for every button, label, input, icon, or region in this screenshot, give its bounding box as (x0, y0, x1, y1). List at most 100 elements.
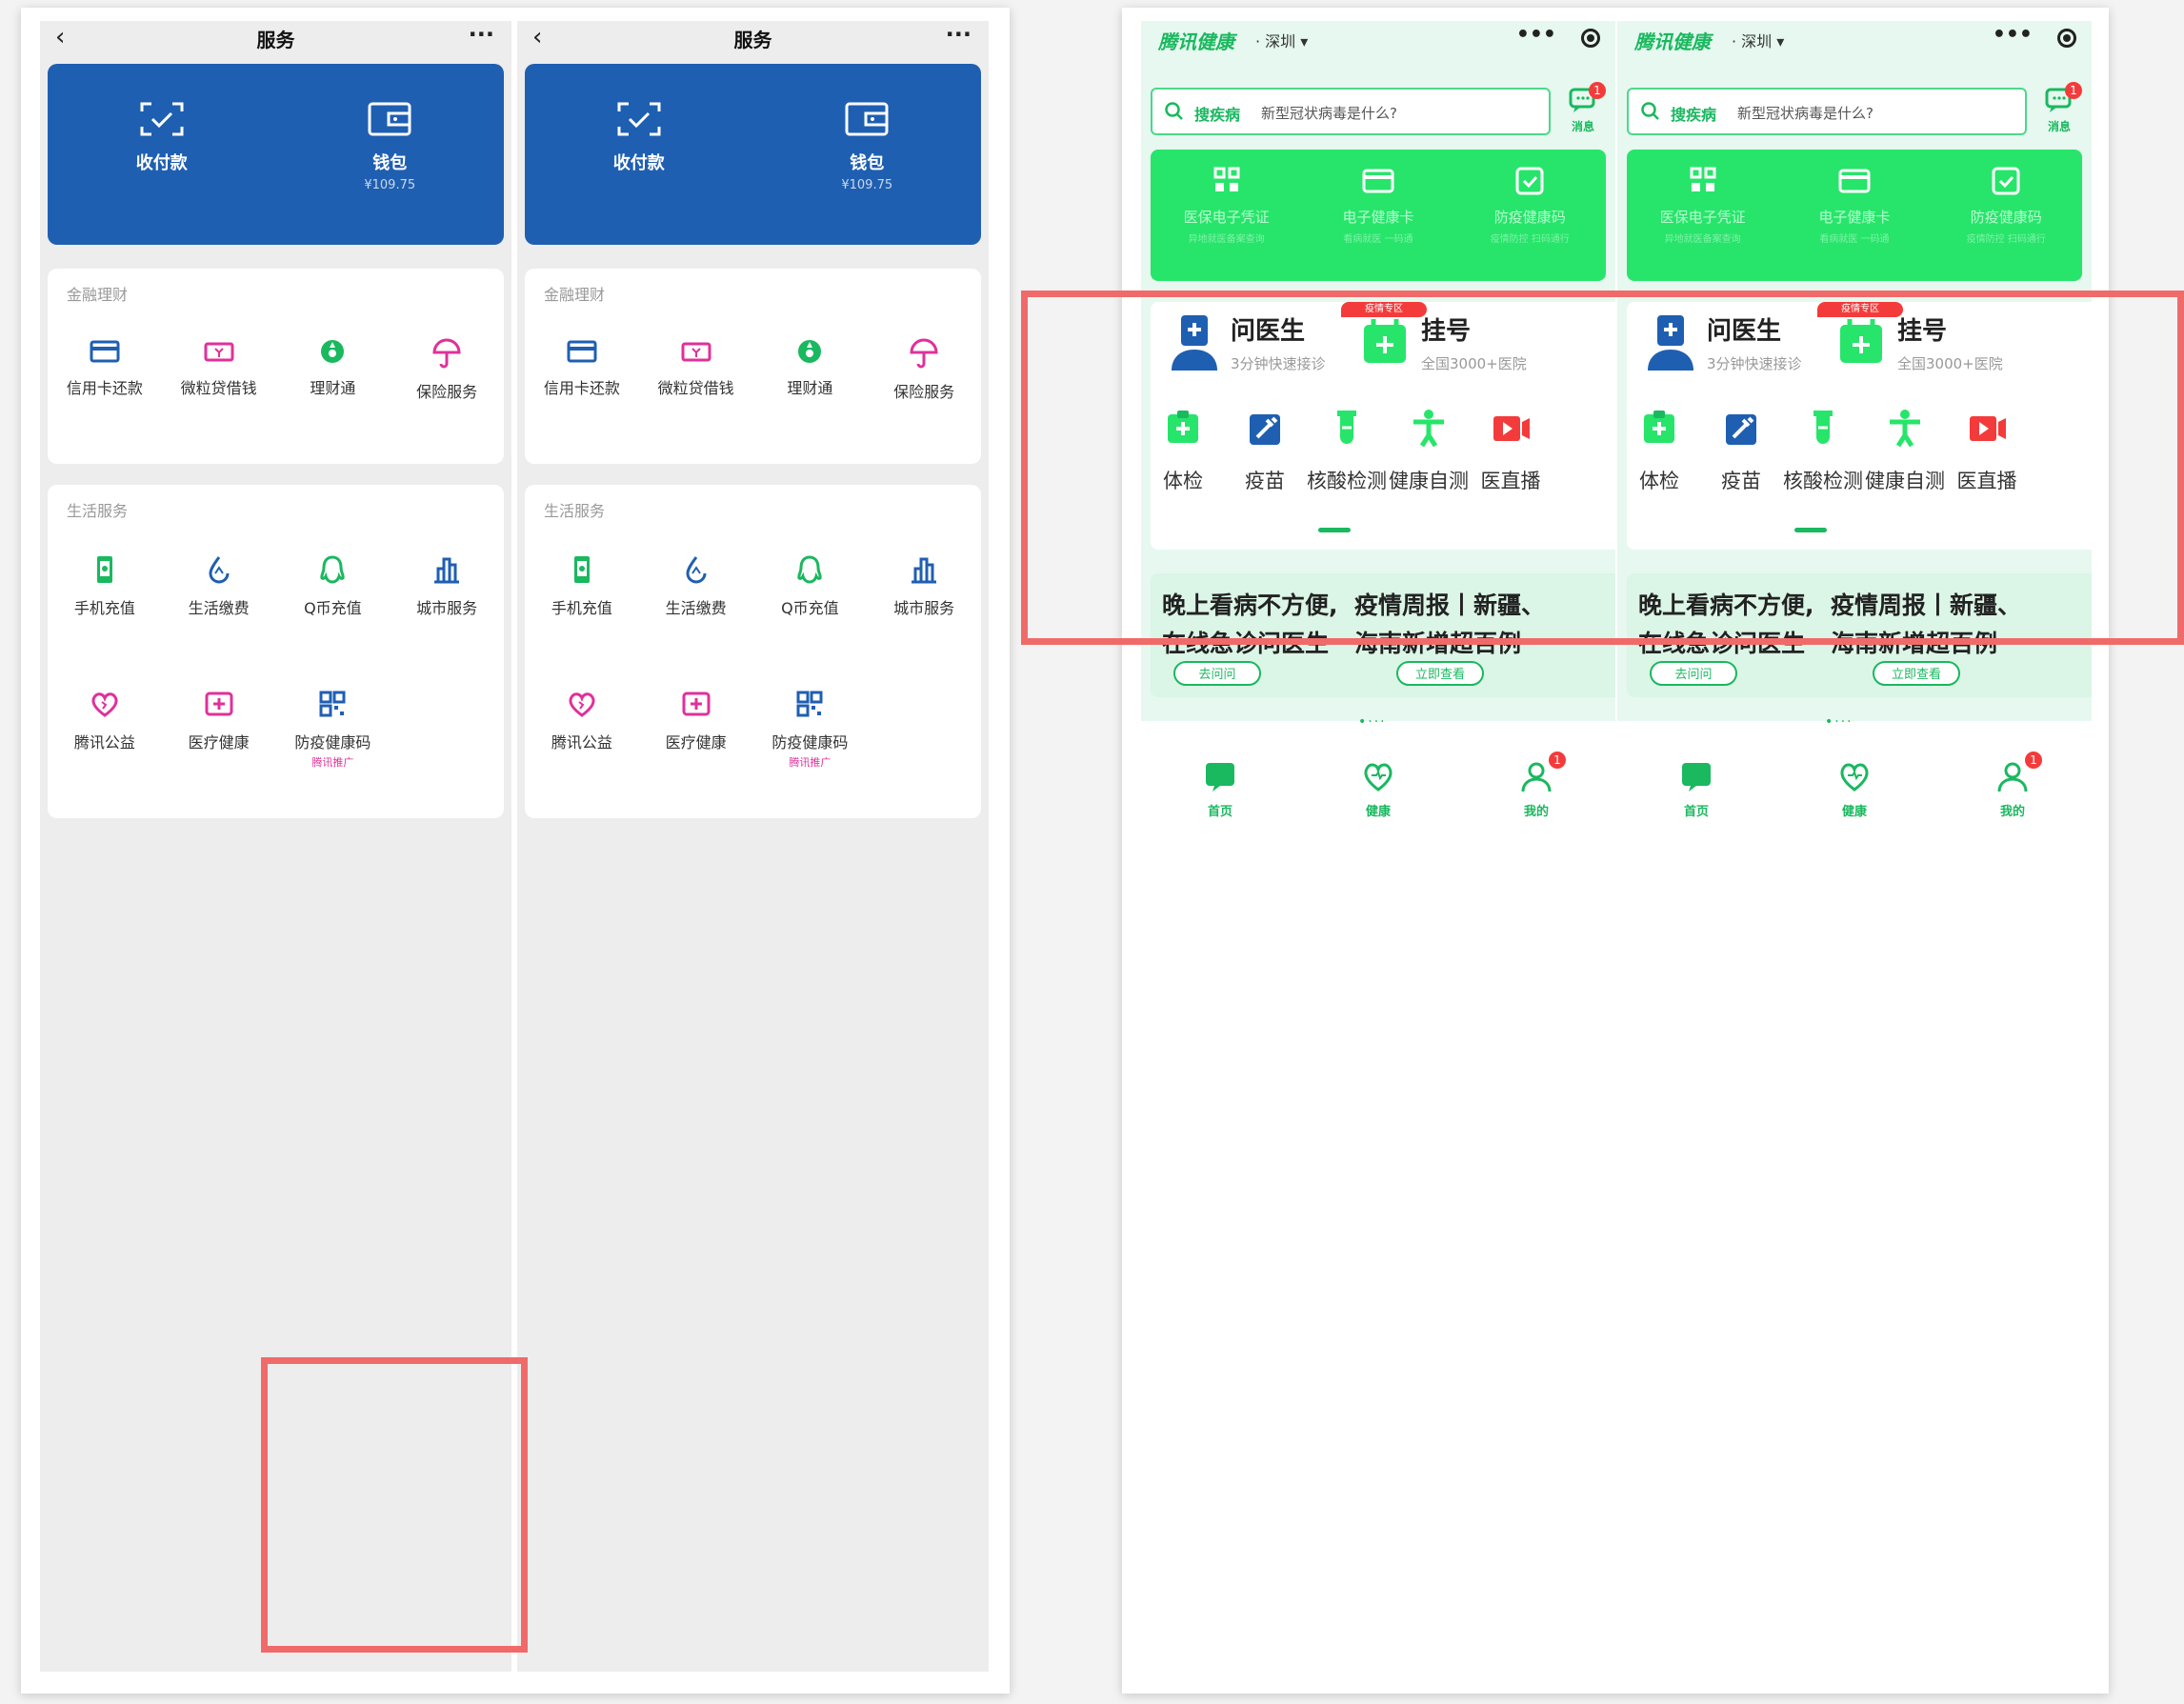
health-card-button[interactable]: 电子健康卡 看病就医 一码通 (1778, 150, 1930, 281)
finance-panel: 金融理财 信用卡还款 微粒贷借钱 理财通 保险服务 (525, 269, 981, 464)
umbrella-icon (432, 338, 461, 369)
tab-mine[interactable]: 我的 1 (1493, 752, 1579, 819)
card-sub: 异地就医备案查询 (1188, 234, 1265, 245)
qrcode-icon (319, 691, 346, 717)
search-keyword: 搜疾病 (1194, 106, 1241, 124)
charity-button[interactable]: 腾讯公益 (48, 688, 162, 752)
city-service-button[interactable]: 城市服务 (867, 553, 981, 618)
wallet-label: 钱包 (372, 153, 408, 173)
card-sub: 疫情防控 扫码通行 (1966, 234, 2046, 245)
payment-panel: 收付款 钱包 ¥109.75 (48, 64, 504, 245)
home-icon (1682, 763, 1711, 792)
wealth-button[interactable]: 理财通 (276, 337, 391, 398)
city-service-button[interactable]: 城市服务 (390, 553, 504, 618)
tab-health[interactable]: 健康 (1335, 759, 1421, 819)
close-capsule-icon[interactable] (1581, 29, 1600, 48)
qq-icon (320, 555, 346, 584)
more-button[interactable]: ••• (1993, 23, 2033, 47)
pay-label: 收付款 (612, 153, 665, 173)
nav-bar: ‹ 服务 ··· (517, 21, 989, 57)
loan-button[interactable]: 微粒贷借钱 (639, 337, 753, 398)
qcoin-button[interactable]: Q币充值 (276, 553, 391, 618)
loan-button[interactable]: 微粒贷借钱 (162, 337, 276, 398)
city-selector[interactable]: · 深圳 ▾ (1732, 29, 1784, 51)
health-top-bar: 腾讯健康 · 深圳 ▾ ••• (1617, 21, 2092, 59)
finance-title: 金融理财 (67, 286, 129, 304)
utilities-button[interactable]: 生活缴费 (162, 553, 276, 618)
finance-item-label: 微粒贷借钱 (657, 379, 734, 397)
message-button[interactable]: 消息 1 (2036, 82, 2082, 137)
life-item-label: 城市服务 (893, 599, 955, 617)
credit-card-icon (567, 340, 597, 363)
insurance-button[interactable]: 保险服务 (390, 337, 504, 402)
life-item-label: 腾讯公益 (73, 733, 135, 752)
credit-card-button[interactable]: 信用卡还款 (48, 337, 162, 398)
qcoin-button[interactable]: Q币充值 (753, 553, 868, 618)
card-sub: 看病就医 一码通 (1343, 234, 1413, 245)
search-input[interactable]: 搜疾病 新型冠状病毒是什么? (1627, 88, 2027, 135)
wallet-label: 钱包 (850, 153, 885, 173)
wealth-icon (798, 340, 822, 363)
more-button[interactable]: ••• (1516, 23, 1556, 47)
news-button[interactable]: 去问问 (1650, 661, 1737, 686)
health-heart-icon (1364, 763, 1393, 792)
medical-button[interactable]: 医疗健康 (162, 688, 276, 752)
wechat-services-screen-copy: ‹ 服务 ··· 收付款 钱包 ¥109.75 金融理财 信用卡还款 微粒贷借钱 (517, 21, 989, 1672)
qq-icon (797, 555, 823, 584)
news-button[interactable]: 去问问 (1173, 661, 1261, 686)
pay-button[interactable]: 收付款 (48, 64, 276, 245)
medical-card-button[interactable]: 医保电子凭证 异地就医备案查询 (1627, 150, 1778, 281)
card-services-panel: 医保电子凭证 异地就医备案查询 电子健康卡 看病就医 一码通 防疫健康码 疫情防… (1151, 150, 1606, 281)
health-code-button[interactable]: 防疫健康码 腾讯推广 (753, 688, 868, 770)
promo-tag: 腾讯推广 (789, 756, 832, 769)
health-card-icon (1838, 169, 1871, 193)
shield-check-icon (1515, 167, 1544, 195)
finance-item-label: 保险服务 (893, 383, 955, 401)
search-input[interactable]: 搜疾病 新型冠状病毒是什么? (1151, 88, 1551, 135)
health-code-button[interactable]: 防疫健康码 疫情防控 扫码通行 (1931, 150, 2082, 281)
life-item-label: 手机充值 (551, 599, 612, 617)
city-selector[interactable]: · 深圳 ▾ (1255, 29, 1308, 51)
tab-health[interactable]: 健康 (1812, 759, 1897, 819)
charity-button[interactable]: 腾讯公益 (525, 688, 639, 752)
medical-card-icon (1213, 167, 1240, 191)
pay-label: 收付款 (135, 153, 188, 173)
more-button[interactable]: ··· (946, 21, 972, 48)
credit-card-button[interactable]: 信用卡还款 (525, 337, 639, 398)
wealth-icon (321, 340, 345, 363)
wallet-button[interactable]: 钱包 ¥109.75 (276, 64, 505, 245)
pay-button[interactable]: 收付款 (525, 64, 753, 245)
close-capsule-icon[interactable] (2057, 29, 2076, 48)
life-item-label: Q币充值 (304, 599, 362, 617)
wallet-button[interactable]: 钱包 ¥109.75 (753, 64, 982, 245)
tab-mine[interactable]: 我的 1 (1970, 752, 2055, 819)
utilities-button[interactable]: 生活缴费 (639, 553, 753, 618)
wealth-button[interactable]: 理财通 (753, 337, 868, 398)
medical-button[interactable]: 医疗健康 (639, 688, 753, 752)
life-item-label: 腾讯公益 (551, 733, 612, 752)
insurance-button[interactable]: 保险服务 (867, 337, 981, 402)
card-label: 防疫健康码 (1493, 209, 1566, 226)
tab-label: 健康 (1365, 805, 1391, 819)
phone-topup-button[interactable]: 手机充值 (48, 553, 162, 618)
health-card-button[interactable]: 电子健康卡 看病就医 一码通 (1302, 150, 1453, 281)
health-code-button[interactable]: 防疫健康码 腾讯推广 (276, 688, 391, 770)
more-button[interactable]: ··· (469, 21, 494, 48)
health-code-button[interactable]: 防疫健康码 疫情防控 扫码通行 (1454, 150, 1606, 281)
life-item-label: 生活缴费 (665, 599, 727, 617)
tab-home[interactable]: 首页 (1177, 759, 1263, 819)
life-item-label: 防疫健康码 (771, 733, 849, 752)
loan-icon (204, 342, 234, 362)
news-button[interactable]: 立即查看 (1873, 661, 1960, 686)
home-icon (1206, 763, 1234, 792)
drop-icon (686, 556, 707, 584)
tab-home[interactable]: 首页 (1653, 759, 1739, 819)
news-button[interactable]: 立即查看 (1396, 661, 1484, 686)
card-label: 医保电子凭证 (1659, 209, 1746, 226)
phone-topup-button[interactable]: 手机充值 (525, 553, 639, 618)
page-dots: •··· (1825, 714, 1853, 730)
medical-card-button[interactable]: 医保电子凭证 异地就医备案查询 (1151, 150, 1302, 281)
heart-icon (91, 692, 118, 717)
tab-label: 首页 (1683, 805, 1709, 819)
message-button[interactable]: 消息 1 (1560, 82, 1606, 137)
